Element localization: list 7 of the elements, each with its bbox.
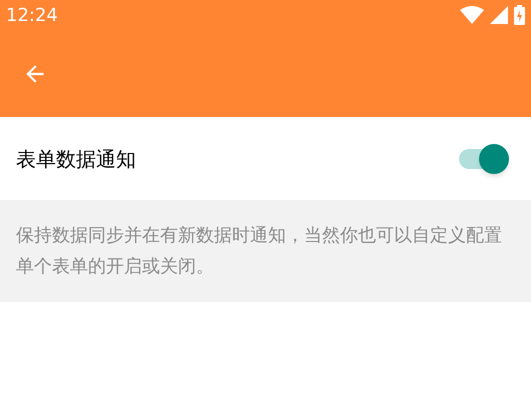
- description-text: 保持数据同步并在有新数据时通知，当然你也可以自定义配置单个表单的开启或关闭。: [16, 224, 503, 279]
- wifi-icon: [460, 6, 484, 24]
- setting-label: 表单数据通知: [16, 146, 136, 172]
- toggle-switch[interactable]: [457, 142, 509, 176]
- battery-icon: [514, 5, 525, 25]
- status-time: 12:24: [6, 4, 58, 28]
- signal-icon: [490, 6, 508, 24]
